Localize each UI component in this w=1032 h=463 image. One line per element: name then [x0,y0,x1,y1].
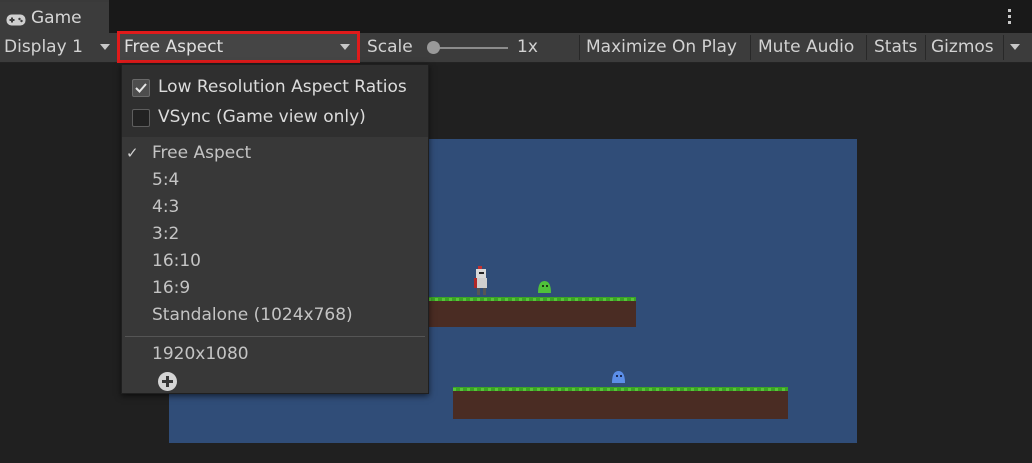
scale-slider-thumb[interactable] [427,41,440,54]
knight-sprite [474,266,487,295]
toolbar-divider [750,35,751,60]
toolbar-divider [1003,35,1004,60]
scale-label: Scale [367,37,413,57]
menu-item-standalone[interactable]: Standalone (1024x768) [152,305,353,325]
tab-game[interactable]: Game [0,0,109,34]
menu-item-16-10[interactable]: 16:10 [152,251,201,271]
vsync-label: VSync (Game view only) [158,107,366,127]
selected-check-icon: ✓ [126,144,139,162]
menu-item-4-3[interactable]: 4:3 [152,197,179,217]
toolbar-divider [579,35,580,60]
menu-item-free-aspect[interactable]: Free Aspect [152,143,251,163]
toolbar-divider [925,35,926,60]
stats-button[interactable]: Stats [874,33,917,62]
menu-item-16-9[interactable]: 16:9 [152,278,190,298]
aspect-ratio-dropdown[interactable]: Free Aspect [117,31,360,63]
chevron-down-icon [100,44,111,50]
more-options-icon[interactable] [1000,9,1018,27]
green-slime-sprite [538,281,551,293]
lower-platform [453,387,788,419]
aspect-ratio-menu: Low Resolution Aspect Ratios VSync (Game… [121,64,429,394]
aspect-ratio-label: Free Aspect [124,37,224,57]
checkmark-icon [135,83,147,93]
maximize-on-play-button[interactable]: Maximize On Play [586,33,737,62]
tab-bar: Game [0,0,1032,34]
display-label: Display 1 [4,37,83,57]
gamepad-icon [6,11,26,30]
add-resolution-icon[interactable] [158,372,177,391]
display-dropdown[interactable]: Display 1 [4,33,111,62]
menu-item-3-2[interactable]: 3:2 [152,224,179,244]
scale-value: 1x [517,37,538,57]
menu-item-1920x1080[interactable]: 1920x1080 [152,344,249,364]
menu-item-5-4[interactable]: 5:4 [152,170,179,190]
chevron-down-icon [340,44,350,50]
mute-audio-button[interactable]: Mute Audio [758,33,854,62]
chevron-down-icon [1010,44,1020,50]
low-resolution-label: Low Resolution Aspect Ratios [158,77,407,97]
low-resolution-checkbox[interactable] [132,79,150,97]
grass [453,388,788,391]
tab-label: Game [31,8,82,28]
upper-platform [400,297,636,327]
gizmos-button[interactable]: Gizmos [931,33,994,62]
grass [400,298,636,301]
blue-slime-sprite [612,371,625,383]
menu-divider [125,336,425,337]
vsync-checkbox[interactable] [132,109,150,127]
toolbar-divider [866,35,867,60]
scale-slider-track[interactable] [430,47,508,49]
gizmos-dropdown[interactable] [1010,33,1020,62]
